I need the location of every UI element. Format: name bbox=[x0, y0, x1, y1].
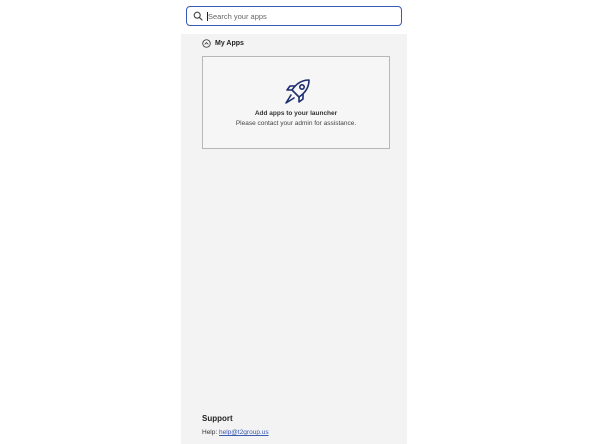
support-heading: Support bbox=[202, 414, 233, 423]
help-email-link[interactable]: help@t2group.us bbox=[219, 429, 269, 436]
empty-state-headline: Add apps to your launcher bbox=[254, 110, 338, 117]
collapse-up-icon[interactable] bbox=[202, 39, 211, 48]
my-apps-title: My Apps bbox=[215, 40, 244, 47]
rocket-icon bbox=[282, 77, 312, 107]
search-bar[interactable] bbox=[186, 6, 402, 26]
my-apps-header[interactable]: My Apps bbox=[202, 39, 244, 48]
empty-apps-card: Add apps to your launcher Please contact… bbox=[202, 56, 390, 149]
empty-state-message: Please contact your admin for assistance… bbox=[235, 120, 357, 127]
search-input[interactable] bbox=[208, 11, 388, 21]
search-icon bbox=[193, 11, 203, 21]
help-line: Help: help@t2group.us bbox=[202, 429, 269, 436]
help-label: Help: bbox=[202, 429, 218, 436]
